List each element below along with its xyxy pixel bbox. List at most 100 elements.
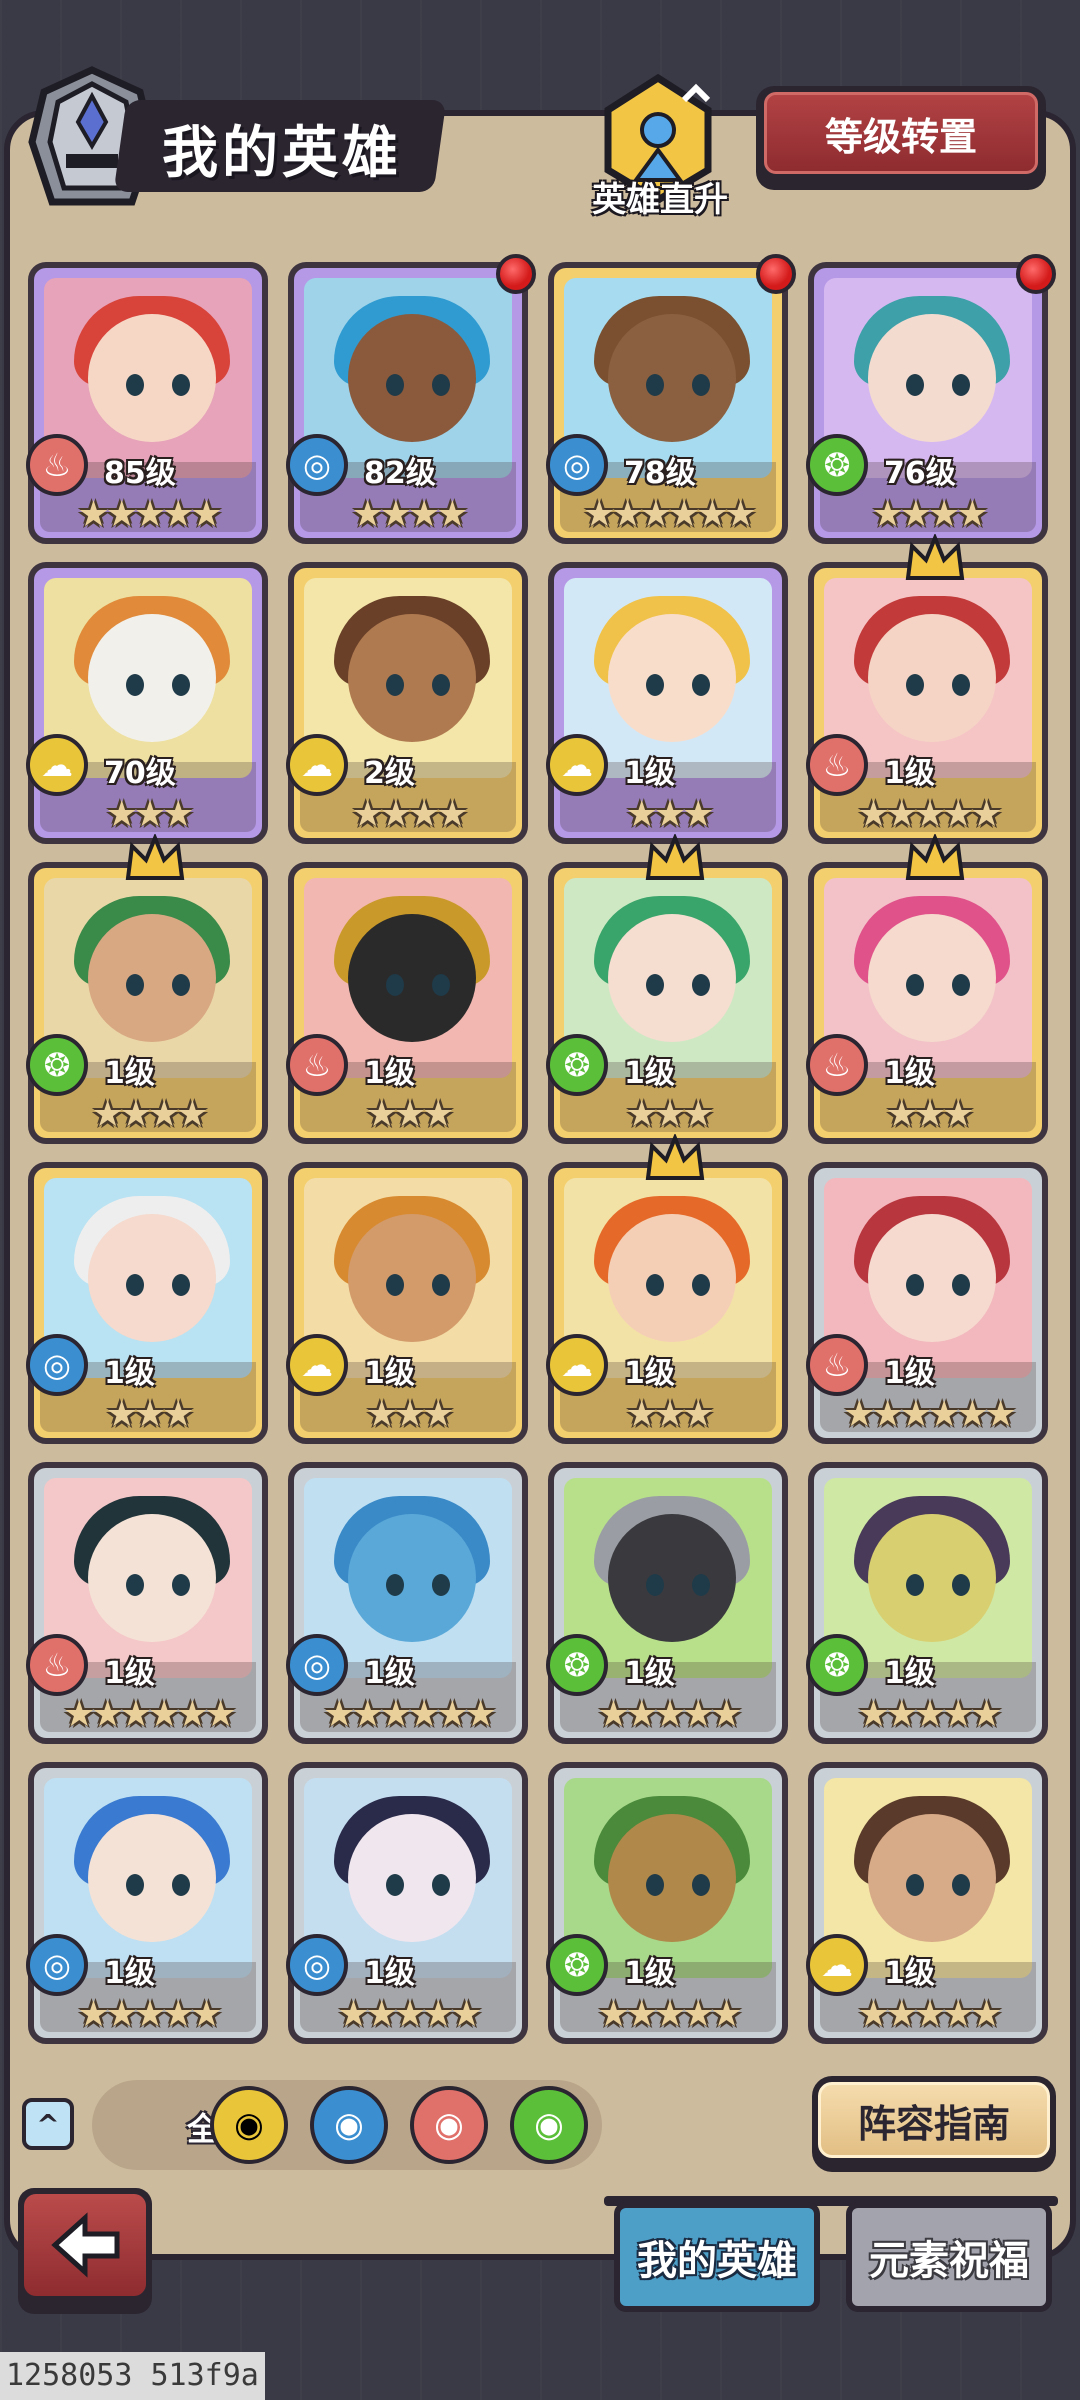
element-filter-bar: ^ 全部 ✔ ◉ ◉ ◉ ◉ (22, 2080, 602, 2170)
hero-card[interactable]: ◎ 1级 ★★★★★ (26, 1762, 268, 2044)
collapse-button[interactable]: ^ (22, 2098, 74, 2150)
hero-level: 70级 (104, 756, 176, 791)
earth-icon: ☁ (546, 734, 608, 796)
hero-stars: ★★★ (365, 1094, 455, 1135)
notification-dot (496, 254, 536, 294)
hero-stars: ★★★★ (351, 794, 468, 835)
tab-element-blessing[interactable]: 元素祝福 (846, 2202, 1052, 2312)
hero-card[interactable]: ☁ 1级 ★★★ (546, 562, 788, 844)
fire-icon: ◉ (434, 2105, 464, 2145)
filter-water-button[interactable]: ◉ (310, 2086, 388, 2164)
water-icon: ◎ (26, 1334, 88, 1396)
hero-level: 1级 (624, 1956, 675, 1991)
hero-card[interactable]: ❂ 1级 ★★★★★ (806, 1462, 1048, 1744)
hero-stars: ★★★★★ (857, 794, 1002, 835)
hero-stars: ★★★ (105, 1394, 195, 1435)
build-id: 1258053 513f9a (0, 2352, 265, 2400)
hero-level: 1级 (104, 1056, 155, 1091)
hero-stars: ★★★★★ (857, 1694, 1002, 1735)
hero-card[interactable]: ♨ 85级 ★★★★★ (26, 262, 268, 544)
hero-level: 1级 (884, 1056, 935, 1091)
fire-icon: ♨ (26, 434, 88, 496)
hero-stars: ★★★ (625, 1394, 715, 1435)
lineup-guide-button[interactable]: 阵容指南 (812, 2076, 1056, 2172)
earth-icon: ☁ (286, 734, 348, 796)
tab-my-heroes-label: 我的英雄 (637, 2238, 797, 2284)
nature-icon: ❂ (806, 1634, 868, 1696)
filter-fire-button[interactable]: ◉ (410, 2086, 488, 2164)
hero-level: 1级 (364, 1356, 415, 1391)
hero-card[interactable]: ☁ 1级 ★★★★★ (806, 1762, 1048, 2044)
hero-card[interactable]: ♨ 1级 ★★★★★ (806, 534, 1048, 844)
nature-icon: ❂ (546, 1034, 608, 1096)
hero-card[interactable]: ◎ 78级 ★★★★★★ (546, 254, 796, 544)
water-icon: ◎ (286, 1934, 348, 1996)
level-transfer-label: 等级转置 (764, 92, 1038, 174)
hero-level: 82级 (364, 456, 436, 491)
hero-stars: ★★★★★ (77, 494, 222, 535)
hero-card[interactable]: ♨ 1级 ★★★★★★ (26, 1462, 268, 1744)
nature-icon: ❂ (806, 434, 868, 496)
water-icon: ◎ (546, 434, 608, 496)
hero-level: 1级 (104, 1356, 155, 1391)
crown-icon (645, 1134, 705, 1180)
hero-level: 1级 (884, 1356, 935, 1391)
fire-icon: ♨ (26, 1634, 88, 1696)
hero-card[interactable]: ☁ 1级 ★★★ (546, 1134, 788, 1444)
hero-card[interactable]: ☁ 1级 ★★★ (286, 1162, 528, 1444)
water-icon: ◉ (334, 2105, 364, 2145)
hero-level: 2级 (364, 756, 415, 791)
hero-level: 85级 (104, 456, 176, 491)
earth-icon: ☁ (286, 1334, 348, 1396)
nature-icon: ❂ (546, 1934, 608, 1996)
hero-card[interactable]: ❂ 1级 ★★★ (546, 834, 788, 1144)
hero-card[interactable]: ♨ 1级 ★★★ (286, 862, 528, 1144)
hero-level: 78级 (624, 456, 696, 491)
filter-track: 全部 ✔ ◉ ◉ ◉ ◉ (92, 2080, 602, 2170)
hero-card[interactable]: ☁ 70级 ★★★ (26, 562, 268, 844)
filter-earth-button[interactable]: ◉ (210, 2086, 288, 2164)
tab-element-blessing-label: 元素祝福 (869, 2238, 1029, 2284)
hero-stars: ★★★★★ (597, 1994, 742, 2035)
fire-icon: ♨ (806, 1334, 868, 1396)
hero-card[interactable]: ☁ 2级 ★★★★ (286, 562, 528, 844)
hero-stars: ★★★ (885, 1094, 975, 1135)
water-icon: ◎ (286, 434, 348, 496)
hero-stars: ★★★ (625, 1094, 715, 1135)
back-arrow-icon (51, 2212, 120, 2278)
hero-level: 1级 (364, 1656, 415, 1691)
hero-card[interactable]: ◎ 1级 ★★★★★ (286, 1762, 528, 2044)
earth-icon: ☁ (806, 1934, 868, 1996)
hero-level: 1级 (884, 1956, 935, 1991)
hero-level: 1级 (624, 1656, 675, 1691)
hero-card[interactable]: ❂ 1级 ★★★★ (26, 834, 268, 1144)
fire-icon: ♨ (286, 1034, 348, 1096)
notification-dot (1016, 254, 1056, 294)
hero-card[interactable]: ♨ 1级 ★★★★★★ (806, 1162, 1048, 1444)
hero-stars: ★★★★★★ (63, 1694, 237, 1735)
nature-icon: ❂ (26, 1034, 88, 1096)
hero-card[interactable]: ❂ 76级 ★★★★ (806, 254, 1056, 544)
tab-my-heroes[interactable]: 我的英雄 (614, 2202, 820, 2312)
earth-icon: ☁ (546, 1334, 608, 1396)
nature-icon: ❂ (546, 1634, 608, 1696)
hero-level: 1级 (624, 756, 675, 791)
hero-stars: ★★★ (365, 1394, 455, 1435)
hero-card[interactable]: ◎ 82级 ★★★★ (286, 254, 536, 544)
hero-stars: ★★★★★ (77, 1994, 222, 2035)
hero-card[interactable]: ❂ 1级 ★★★★★ (546, 1762, 788, 2044)
hero-level: 1级 (624, 1356, 675, 1391)
hero-card[interactable]: ❂ 1级 ★★★★★ (546, 1462, 788, 1744)
water-icon: ◎ (26, 1934, 88, 1996)
hero-level: 1级 (624, 1056, 675, 1091)
hero-level: 1级 (104, 1956, 155, 1991)
hero-card[interactable]: ◎ 1级 ★★★★★★ (286, 1462, 528, 1744)
level-transfer-button[interactable]: 等级转置 (756, 86, 1046, 190)
lineup-guide-label: 阵容指南 (818, 2082, 1050, 2158)
hero-card[interactable]: ◎ 1级 ★★★ (26, 1162, 268, 1444)
hero-stars: ★★★★★ (597, 1694, 742, 1735)
filter-nature-button[interactable]: ◉ (510, 2086, 588, 2164)
back-button[interactable] (18, 2188, 152, 2314)
page-title: 我的英雄 (162, 121, 402, 186)
hero-card[interactable]: ♨ 1级 ★★★ (806, 834, 1048, 1144)
